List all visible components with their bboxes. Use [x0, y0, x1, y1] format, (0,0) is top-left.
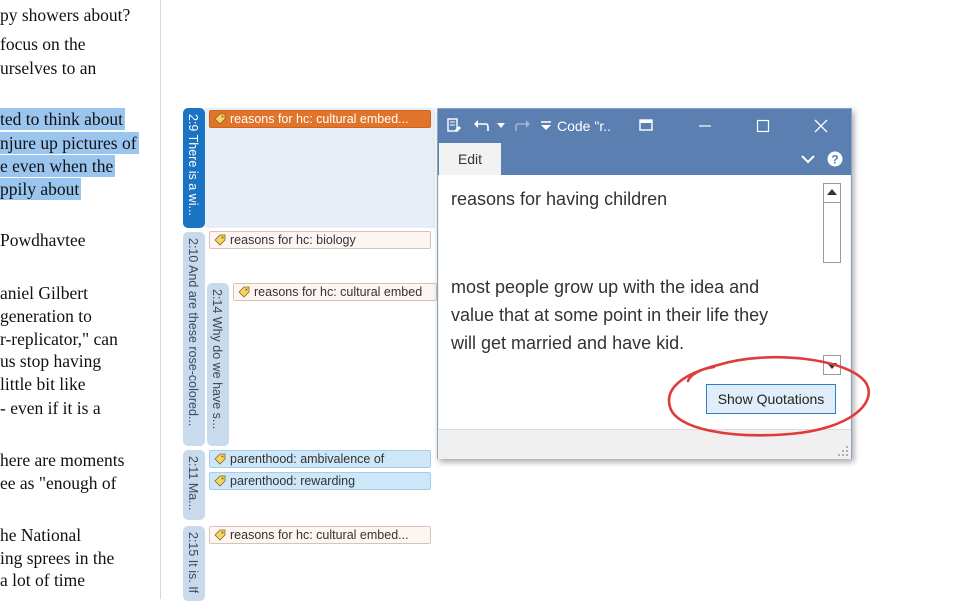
collapse-ribbon-chevron-icon[interactable]: [800, 154, 816, 164]
doc-line: r-replicator," can: [0, 329, 118, 349]
close-icon[interactable]: [814, 119, 828, 133]
code-label: reasons for hc: cultural embed...: [230, 112, 409, 126]
undo-dropdown-icon[interactable]: [497, 123, 505, 129]
code-tag[interactable]: parenthood: ambivalence of: [209, 450, 431, 468]
quotation-bar-2-14[interactable]: 2:14 Why do we have s...: [207, 283, 229, 446]
doc-line: generation to: [0, 306, 92, 326]
scroll-up-arrow-icon[interactable]: [827, 188, 837, 196]
quick-access-dropdown-icon[interactable]: [541, 121, 551, 131]
tab-edit[interactable]: Edit: [439, 143, 501, 175]
doc-line-highlighted[interactable]: ted to think about: [0, 108, 125, 130]
doc-line: us stop having: [0, 351, 102, 371]
doc-line-highlighted[interactable]: e even when the: [0, 155, 116, 177]
help-icon[interactable]: ?: [827, 151, 843, 167]
minimize-icon[interactable]: [698, 119, 712, 133]
comment-line[interactable]: value that at some point in their life t…: [451, 301, 768, 329]
editor-icon[interactable]: [446, 117, 462, 135]
code-label: parenthood: ambivalence of: [230, 452, 385, 466]
code-icon: [238, 286, 250, 298]
quotation-label: 2:15 It is. If: [186, 532, 200, 594]
doc-line: ee as "enough of: [0, 473, 117, 493]
code-icon: [214, 475, 226, 487]
quotation-bar-2-9[interactable]: 2:9 There is a wi...: [183, 108, 205, 228]
code-label: reasons for hc: biology: [230, 233, 356, 247]
code-label: parenthood: rewarding: [230, 474, 356, 488]
redo-icon[interactable]: [514, 118, 532, 134]
window-title: Code "r..: [557, 118, 611, 134]
doc-line: - even if it is a: [0, 398, 101, 418]
doc-line-highlighted[interactable]: njure up pictures of: [0, 132, 139, 154]
code-name-text[interactable]: reasons for having children: [451, 185, 667, 213]
code-tag[interactable]: reasons for hc: cultural embed...: [209, 526, 431, 544]
doc-line: py showers about?: [0, 5, 131, 25]
quotation-bar-2-10[interactable]: 2:10 And are these rose-colored...: [183, 232, 205, 446]
doc-line: he National: [0, 525, 82, 545]
scrollbar-divider: [824, 202, 840, 203]
svg-text:?: ?: [831, 153, 838, 167]
code-tag[interactable]: parenthood: rewarding: [209, 472, 431, 490]
doc-line: urselves to an: [0, 58, 97, 78]
code-icon: [214, 234, 226, 246]
quotation-label: 2:9 There is a wi...: [186, 114, 200, 216]
code-icon: [214, 529, 226, 541]
code-label: reasons for hc: cultural embed...: [230, 528, 409, 542]
ribbon-tab-row: Edit ?: [438, 143, 851, 175]
annotation-circle-highlight: [667, 355, 870, 437]
doc-line: focus on the: [0, 34, 86, 54]
name-field-scrollbar[interactable]: [823, 183, 841, 263]
comment-line[interactable]: most people grow up with the idea and: [451, 273, 759, 301]
doc-line: little bit like: [0, 374, 86, 394]
quotation-label: 2:11 Ma...: [186, 456, 200, 511]
code-icon: [214, 453, 226, 465]
quotation-label: 2:14 Why do we have s...: [210, 289, 224, 430]
resize-grip-icon[interactable]: [837, 445, 849, 457]
code-tag[interactable]: reasons for hc: cultural embed: [233, 283, 437, 301]
quotation-bar-2-15[interactable]: 2:15 It is. If: [183, 526, 205, 601]
code-tag[interactable]: reasons for hc: biology: [209, 231, 431, 249]
document-pane: py showers about? focus on the urselves …: [0, 0, 161, 599]
quotation-label: 2:10 And are these rose-colored...: [186, 238, 200, 427]
restore-layout-icon[interactable]: [639, 119, 653, 131]
doc-line: aniel Gilbert: [0, 283, 88, 303]
doc-line: a lot of time: [0, 570, 86, 590]
comment-line[interactable]: will get married and have kid.: [451, 329, 684, 357]
doc-line-highlighted[interactable]: ppily about: [0, 178, 82, 200]
undo-icon[interactable]: [472, 118, 490, 134]
quotation-bar-2-11[interactable]: 2:11 Ma...: [183, 450, 205, 520]
maximize-icon[interactable]: [756, 119, 770, 133]
code-tag[interactable]: reasons for hc: cultural embed...: [209, 110, 431, 128]
doc-line: here are moments: [0, 450, 125, 470]
window-title-bar[interactable]: Code "r..: [438, 109, 851, 143]
doc-line: Powdhavtee: [0, 230, 86, 250]
code-icon: [214, 113, 226, 125]
doc-line: ing sprees in the: [0, 548, 115, 568]
code-label: reasons for hc: cultural embed: [254, 285, 423, 299]
